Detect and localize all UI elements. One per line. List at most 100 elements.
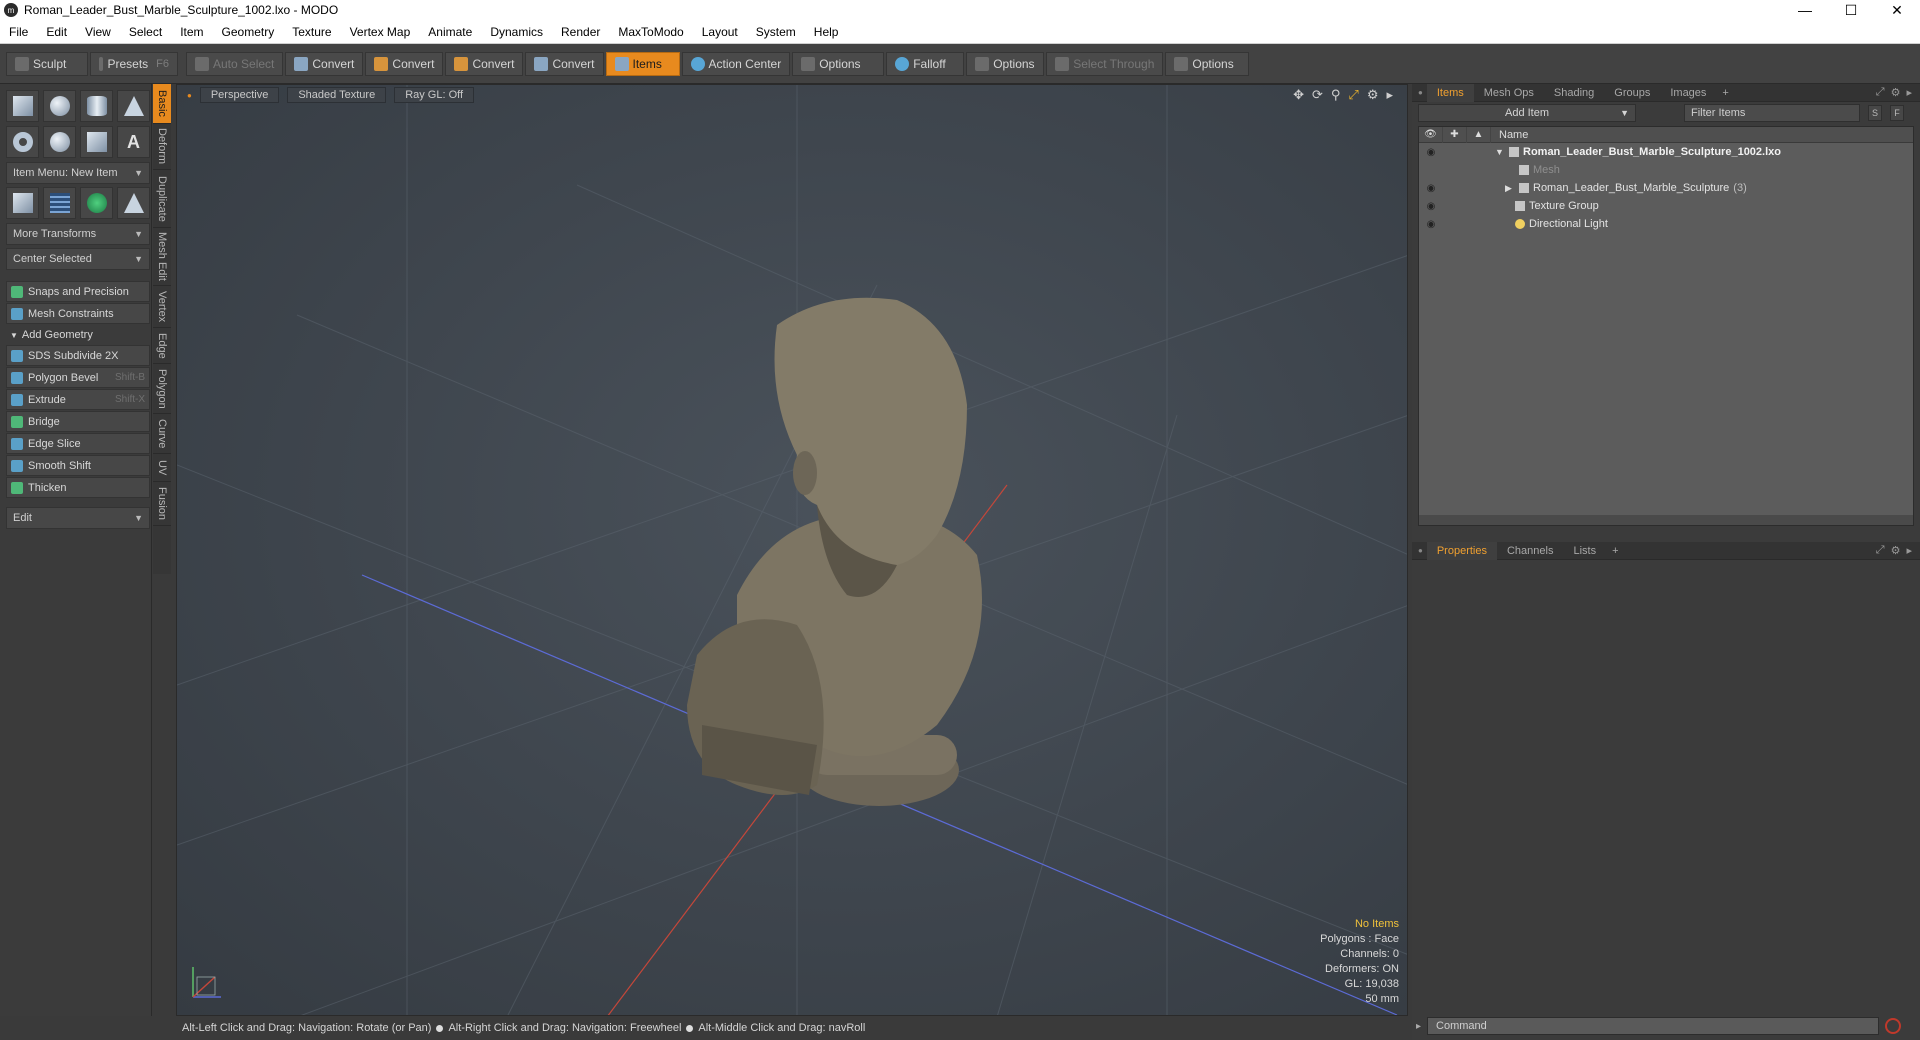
sds-subdivide-button[interactable]: SDS Subdivide 2X — [6, 345, 150, 366]
menu-item[interactable]: Item — [171, 25, 212, 39]
menu-help[interactable]: Help — [805, 25, 848, 39]
menu-system[interactable]: System — [747, 25, 805, 39]
falloff-button[interactable]: Falloff — [886, 51, 965, 76]
perspective-dropdown[interactable]: Perspective — [199, 87, 280, 103]
tab-uv[interactable]: UV — [153, 454, 171, 482]
add-tab-icon[interactable]: + — [1606, 542, 1624, 560]
cone-primitive-button[interactable] — [117, 90, 150, 122]
sphere-primitive-button[interactable] — [43, 90, 76, 122]
add-tab-icon[interactable]: + — [1716, 84, 1734, 102]
tab-channels[interactable]: Channels — [1497, 542, 1563, 560]
horizontal-scrollbar[interactable] — [1419, 515, 1913, 525]
text-primitive-button[interactable]: A — [117, 126, 150, 158]
tab-lists[interactable]: Lists — [1563, 542, 1606, 560]
edge-slice-button[interactable]: Edge Slice — [6, 433, 150, 454]
expand-triangle-icon[interactable]: ▶ — [1505, 183, 1515, 194]
grid-tool-button[interactable] — [43, 187, 76, 219]
expand-panel-icon[interactable]: ⤢ — [1876, 86, 1885, 99]
raygl-toggle[interactable]: Ray GL: Off — [394, 87, 475, 103]
eye-icon[interactable]: ◉ — [1419, 201, 1443, 212]
eye-icon[interactable]: ◉ — [1419, 183, 1443, 194]
tab-items[interactable]: Items — [1426, 83, 1474, 102]
presets-button[interactable]: Presets F6 — [90, 51, 178, 76]
add-item-dropdown[interactable]: Add Item ▼ — [1418, 104, 1636, 122]
pen-primitive-button[interactable] — [80, 126, 113, 158]
auto-select-button[interactable]: Auto Select — [186, 51, 284, 76]
action-center-button[interactable]: Action Center — [681, 51, 791, 76]
options-button-1[interactable]: Options — [792, 51, 885, 76]
shading-dropdown[interactable]: Shaded Texture — [287, 87, 387, 103]
tree-row-texture-group[interactable]: ◉ Texture Group — [1419, 197, 1913, 215]
menu-layout[interactable]: Layout — [693, 25, 747, 39]
tree-row-group[interactable]: ◉ ▶ Roman_Leader_Bust_Marble_Sculpture (… — [1419, 179, 1913, 197]
cylinder-primitive-button[interactable] — [80, 90, 113, 122]
filter-f-button[interactable]: F — [1890, 105, 1904, 121]
menu-vertex-map[interactable]: Vertex Map — [341, 25, 420, 39]
expand-arrow-icon[interactable]: ▸ — [1386, 87, 1393, 103]
more-transforms-dropdown[interactable]: More Transforms ▼ — [6, 223, 150, 245]
tab-curve[interactable]: Curve — [153, 414, 171, 454]
zoom-icon[interactable]: ⚲ — [1331, 87, 1341, 103]
tab-properties[interactable]: Properties — [1426, 541, 1497, 560]
extrude-button[interactable]: Extrude Shift-X — [6, 389, 150, 410]
expand-arrow-icon[interactable]: ▸ — [1906, 544, 1912, 557]
maximize-icon[interactable]: ☐ — [1828, 0, 1874, 20]
close-icon[interactable]: ✕ — [1874, 0, 1920, 20]
polygon-bevel-button[interactable]: Polygon Bevel Shift-B — [6, 367, 150, 388]
tab-groups[interactable]: Groups — [1604, 84, 1660, 102]
menu-dynamics[interactable]: Dynamics — [481, 25, 552, 39]
sculpt-button[interactable]: Sculpt — [6, 51, 88, 76]
maximize-viewport-icon[interactable]: ⤢ — [1348, 87, 1358, 103]
tab-fusion[interactable]: Fusion — [153, 482, 171, 526]
menu-file[interactable]: File — [0, 25, 37, 39]
menu-texture[interactable]: Texture — [283, 25, 340, 39]
select-through-button[interactable]: Select Through — [1046, 51, 1164, 76]
tab-images[interactable]: Images — [1660, 84, 1716, 102]
command-history-arrow-icon[interactable]: ▸ — [1416, 1021, 1421, 1032]
tab-vertex[interactable]: Vertex — [153, 286, 171, 328]
add-geometry-section[interactable]: ▼ Add Geometry — [6, 325, 150, 345]
eye-icon[interactable]: ◉ — [1419, 219, 1443, 230]
thicken-button[interactable]: Thicken — [6, 477, 150, 498]
lock-column-icon[interactable]: ✚ — [1443, 126, 1467, 143]
command-input[interactable]: Command — [1427, 1017, 1880, 1035]
bust-model[interactable] — [687, 297, 982, 806]
tab-edge[interactable]: Edge — [153, 328, 171, 364]
options-button-2[interactable]: Options — [966, 51, 1045, 76]
rotate-icon[interactable]: ⟳ — [1312, 87, 1323, 103]
snaps-and-precision-button[interactable]: Snaps and Precision — [6, 281, 150, 302]
menu-render[interactable]: Render — [552, 25, 609, 39]
options-button-3[interactable]: Options — [1165, 51, 1250, 76]
3d-viewport[interactable]: ● Perspective Shaded Texture Ray GL: Off… — [176, 84, 1408, 1016]
menu-view[interactable]: View — [76, 25, 120, 39]
visibility-column-icon[interactable]: 👁 — [1419, 126, 1443, 143]
cube-primitive-button[interactable] — [6, 90, 39, 122]
tree-row-light[interactable]: ◉ Directional Light — [1419, 215, 1913, 233]
edit-dropdown[interactable]: Edit ▼ — [6, 507, 150, 529]
tab-duplicate[interactable]: Duplicate — [153, 170, 171, 228]
expand-panel-icon[interactable]: ⤢ — [1876, 544, 1885, 557]
transform-tool-button[interactable] — [6, 187, 39, 219]
mesh-constraints-button[interactable]: Mesh Constraints — [6, 303, 150, 324]
convert-polygons-button[interactable]: Convert — [445, 51, 524, 76]
menu-edit[interactable]: Edit — [37, 25, 76, 39]
tab-mesh-edit[interactable]: Mesh Edit — [153, 228, 171, 286]
convert-vertices-button[interactable]: Convert — [285, 51, 364, 76]
items-mode-button[interactable]: Items — [605, 51, 680, 76]
convert-edges-button[interactable]: Convert — [365, 51, 444, 76]
tab-shading[interactable]: Shading — [1544, 84, 1604, 102]
collapse-triangle-icon[interactable]: ▼ — [1495, 147, 1505, 157]
torus-primitive-button[interactable] — [6, 126, 39, 158]
convert-materials-button[interactable]: Convert — [525, 51, 604, 76]
minimize-icon[interactable]: — — [1782, 0, 1828, 20]
filter-items-input[interactable]: Filter Items — [1684, 104, 1860, 122]
menu-animate[interactable]: Animate — [419, 25, 481, 39]
viewport-menu-dot[interactable]: ● — [187, 91, 192, 100]
tree-row-scene[interactable]: ◉ ▼ Roman_Leader_Bust_Marble_Sculpture_1… — [1419, 143, 1913, 161]
smooth-shift-button[interactable]: Smooth Shift — [6, 455, 150, 476]
filter-s-button[interactable]: S — [1868, 105, 1882, 121]
menu-select[interactable]: Select — [120, 25, 171, 39]
tab-deform[interactable]: Deform — [153, 124, 171, 170]
menu-geometry[interactable]: Geometry — [213, 25, 284, 39]
gear-icon[interactable]: ⚙ — [1891, 86, 1901, 99]
